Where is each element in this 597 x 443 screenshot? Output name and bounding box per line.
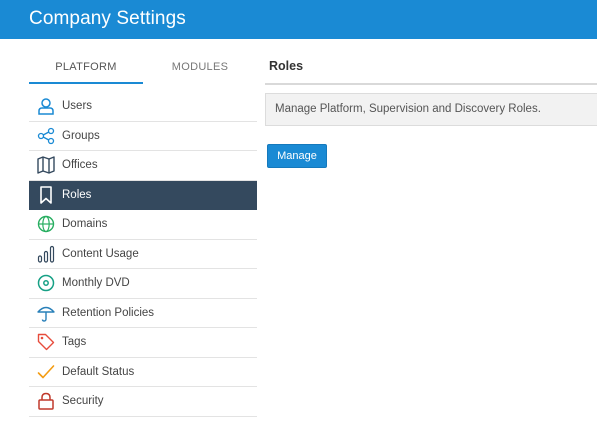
sidebar-item-label: Users	[62, 100, 93, 113]
umbrella-icon	[37, 304, 55, 322]
sidebar-item-label: Offices	[62, 159, 98, 172]
sidebar-item-monthly-dvd[interactable]: Monthly DVD	[29, 269, 257, 299]
sidebar-item-label: Content Usage	[62, 247, 139, 260]
sidebar-item-label: Domains	[62, 218, 108, 231]
share-icon	[37, 127, 55, 145]
sidebar-item-label: Retention Policies	[62, 306, 155, 319]
sidebar-item-label: Default Status	[62, 365, 135, 378]
tag-icon	[37, 333, 55, 351]
section-description: Manage Platform, Supervision and Discove…	[265, 93, 597, 126]
user-icon	[37, 97, 55, 115]
bar-chart-icon	[37, 245, 55, 263]
page-title: Company Settings	[29, 8, 186, 29]
sidebar-item-label: Roles	[62, 188, 92, 201]
tab-platform[interactable]: PLATFORM	[29, 56, 143, 84]
tab-bar: PLATFORM MODULES	[29, 56, 257, 84]
sidebar-item-default-status[interactable]: Default Status	[29, 358, 257, 387]
tab-modules[interactable]: MODULES	[143, 56, 257, 84]
section-divider	[265, 83, 597, 85]
sidebar-item-offices[interactable]: Offices	[29, 151, 257, 181]
sidebar-item-label: Security	[62, 395, 104, 408]
sidebar-item-roles[interactable]: Roles	[29, 180, 257, 210]
sidebar-item-label: Tags	[62, 336, 87, 349]
sidebar-item-users[interactable]: Users	[29, 92, 257, 122]
lock-icon	[37, 392, 55, 410]
bookmark-icon	[37, 185, 55, 204]
sidebar-item-groups[interactable]: Groups	[29, 122, 257, 151]
sidebar-item-label: Monthly DVD	[62, 277, 130, 290]
sidebar-item-tags[interactable]: Tags	[29, 328, 257, 358]
checkmark-icon	[37, 363, 55, 381]
globe-icon	[37, 215, 55, 233]
section-title: Roles	[269, 59, 304, 73]
sidebar-item-retention-policies[interactable]: Retention Policies	[29, 299, 257, 328]
app-header: Company Settings	[0, 0, 597, 39]
sidebar-item-domains[interactable]: Domains	[29, 210, 257, 240]
sidebar-item-security[interactable]: Security	[29, 387, 257, 417]
settings-sidebar: Users Groups Offices Roles Domains Conte…	[29, 92, 257, 417]
sidebar-item-content-usage[interactable]: Content Usage	[29, 240, 257, 269]
map-icon	[37, 156, 55, 174]
sidebar-item-label: Groups	[62, 129, 100, 142]
manage-button[interactable]: Manage	[267, 144, 327, 168]
disc-icon	[37, 274, 55, 292]
